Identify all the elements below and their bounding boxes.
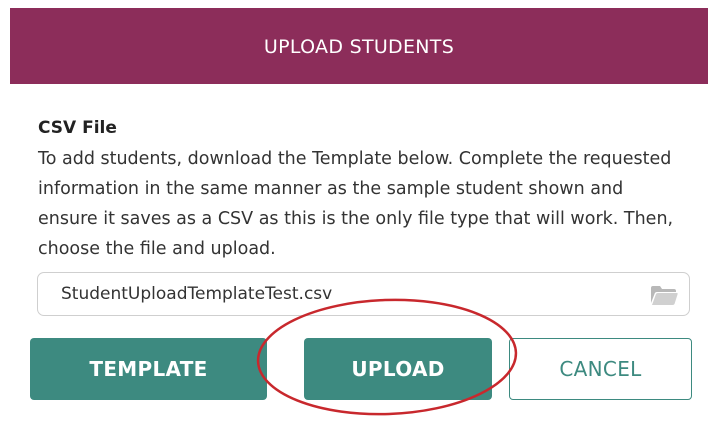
screenshot-frame: UPLOAD STUDENTS CSV File To add students… <box>0 0 708 421</box>
cancel-button-label: CANCEL <box>559 357 642 381</box>
modal-body: CSV File To add students, download the T… <box>38 118 688 264</box>
folder-icon[interactable] <box>650 284 678 306</box>
modal-header: UPLOAD STUDENTS <box>10 8 708 84</box>
upload-students-modal: UPLOAD STUDENTS CSV File To add students… <box>10 8 708 421</box>
csv-file-label: CSV File <box>38 118 117 138</box>
template-button[interactable]: TEMPLATE <box>30 338 267 400</box>
file-chooser-input[interactable]: StudentUploadTemplateTest.csv <box>37 272 690 316</box>
template-button-label: TEMPLATE <box>89 357 208 381</box>
cancel-button[interactable]: CANCEL <box>509 338 692 400</box>
selected-file-name: StudentUploadTemplateTest.csv <box>61 284 333 304</box>
instructions-text: To add students, download the Template b… <box>38 149 674 259</box>
upload-button[interactable]: UPLOAD <box>304 338 492 400</box>
modal-title: UPLOAD STUDENTS <box>263 36 455 58</box>
upload-button-label: UPLOAD <box>351 357 445 381</box>
